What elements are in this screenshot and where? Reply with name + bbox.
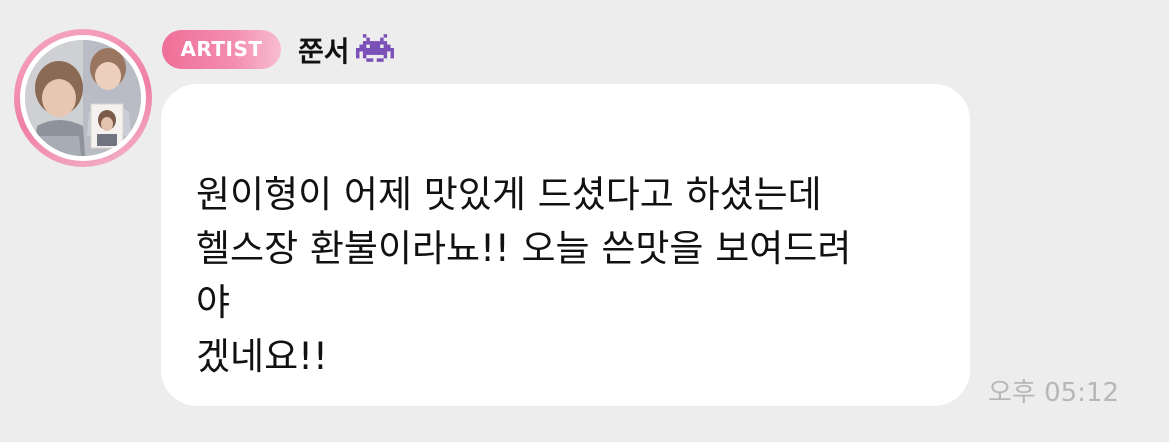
message-line: 야 bbox=[196, 281, 231, 324]
avatar-frame bbox=[20, 35, 146, 161]
artist-badge: ARTIST bbox=[162, 30, 281, 69]
message-line: 겠네요!! bbox=[196, 335, 328, 378]
alien-monster-icon bbox=[355, 32, 394, 68]
sender-info: 쭌서 bbox=[298, 30, 394, 70]
avatar[interactable] bbox=[14, 29, 152, 167]
message-timestamp: 오후 05:12 bbox=[988, 378, 1120, 408]
message-text: 원이형이 어제 맛있게 드셨다고 하셨는데 헬스장 환불이라뇨!! 오늘 쓴맛을… bbox=[196, 168, 956, 384]
message-line: 헬스장 환불이라뇨!! 오늘 쓴맛을 보여드려 bbox=[196, 227, 852, 270]
message-line: 원이형이 어제 맛있게 드셨다고 하셨는데 bbox=[196, 173, 822, 216]
sender-name[interactable]: 쭌서 bbox=[298, 30, 350, 70]
avatar-photo bbox=[25, 40, 141, 156]
avatar-image bbox=[25, 40, 141, 156]
